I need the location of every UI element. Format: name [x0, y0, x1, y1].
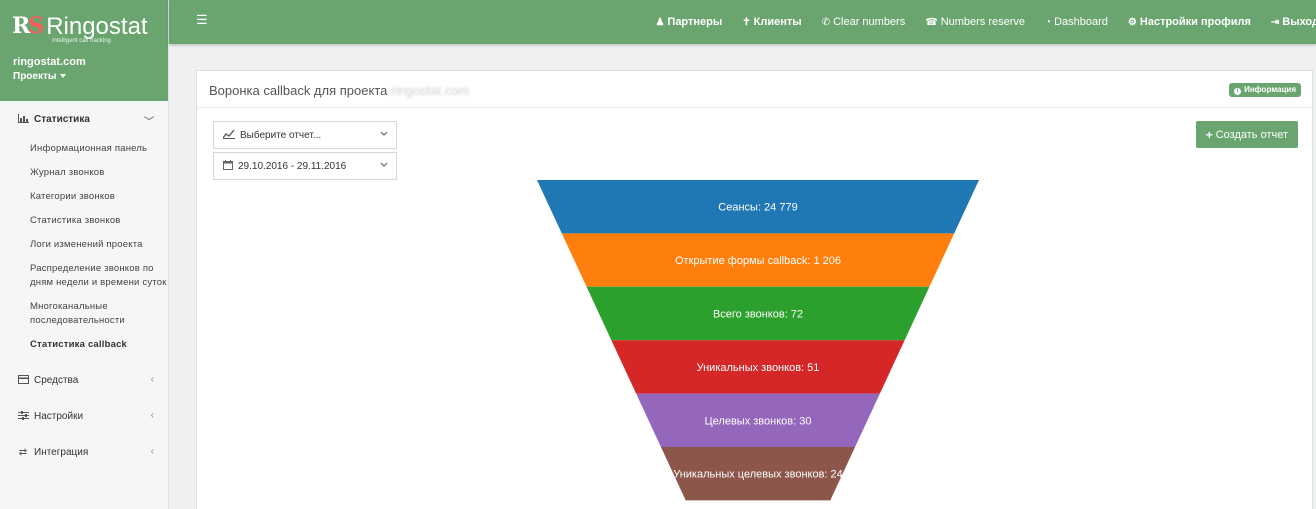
sidebar-section-funds[interactable]: Средства ‹ [0, 363, 168, 398]
top-nav-links: ♟ Партнеры ✝ Клиенты ✆ Clear numbers ☎ Numbe… [655, 0, 1316, 44]
sidebar-item-call-statistics[interactable]: Статистика звонков [30, 209, 168, 233]
sidebar-section-label: Средства [34, 375, 79, 386]
chevron-down-icon: ﹀ [144, 117, 154, 128]
sidebar-section-label: Настройки [34, 411, 84, 422]
brand-header: RS Ringostat intelligent call tracking r… [0, 0, 168, 101]
nav-profile-settings[interactable]: ⚙ Настройки профиля [1128, 16, 1251, 28]
nav-clients[interactable]: ✝ Клиенты [742, 16, 801, 28]
funnel-stage-label: Сеансы: 24 779 [718, 202, 797, 214]
sidebar-item-project-logs[interactable]: Логи изменений проекта [30, 233, 168, 257]
sidebar-item-info-panel[interactable]: Информационная панель [30, 137, 168, 161]
statistics-submenu: Информационная панель Журнал звонков Кат… [0, 137, 168, 357]
cogs-icon: ⚙ [1127, 16, 1137, 28]
account-name: ringostat.com [13, 56, 86, 68]
logo-name: Ringostat [46, 13, 148, 40]
sidebar-item-callback-statistics[interactable]: Статистика callback [30, 333, 168, 357]
sidebar-item-call-distribution[interactable]: Распределение звонков по дням недели и в… [30, 257, 168, 295]
chevron-left-icon: ‹ [150, 410, 154, 421]
sidebar-item-call-categories[interactable]: Категории звонков [30, 185, 168, 209]
nav-numbers-reserve[interactable]: ☎ Numbers reserve [925, 16, 1025, 28]
nav-label: Выход [1282, 16, 1316, 28]
funnel-stage-label: Целевых звонков: 30 [705, 415, 812, 427]
funnel-stage-label: Открытие формы callback: 1 206 [675, 255, 841, 267]
nav-label: Настройки профиля [1139, 16, 1251, 28]
nav-logout[interactable]: ⇥ Выход [1271, 16, 1316, 28]
hamburger-menu-icon[interactable]: ☰ [196, 12, 208, 28]
logo[interactable]: RS Ringostat intelligent call tracking [12, 13, 168, 45]
sidebar-section-label: Интеграция [34, 447, 89, 458]
sidebar-section-label: Статистика [34, 114, 90, 125]
logo-mark-icon: RS [12, 13, 44, 39]
logo-tagline: intelligent call tracking [52, 38, 111, 44]
credit-card-icon [17, 374, 29, 387]
phone-icon: ✆ [821, 16, 831, 28]
sidebar-section-integration[interactable]: ⇄ Интеграция ‹ [0, 435, 168, 470]
exchange-icon: ⇄ [18, 447, 28, 458]
chevron-left-icon: ‹ [150, 446, 154, 457]
sidebar-section-statistics[interactable]: Статистика ﹀ [0, 102, 168, 137]
sliders-icon [17, 410, 29, 423]
sidebar-item-call-log[interactable]: Журнал звонков [30, 161, 168, 185]
nav-dashboard[interactable]: ◔ Dashboard [1045, 16, 1108, 28]
nav-partners[interactable]: ♟ Партнеры [655, 16, 722, 28]
callback-funnel-panel: Воронка callback для проекта ringostat.co… [196, 70, 1313, 509]
bar-chart-icon [17, 113, 29, 126]
nav-clear-numbers[interactable]: ✆ Clear numbers [822, 16, 906, 28]
nav-label: Numbers reserve [940, 16, 1026, 28]
nav-label: Партнеры [667, 16, 723, 28]
phone-square-icon: ☎ [925, 16, 938, 28]
nav-label: Dashboard [1054, 16, 1108, 28]
top-navbar: ☰ ♟ Партнеры ✝ Клиенты ✆ Clear numbers ☎ Num… [169, 0, 1316, 44]
funnel-stage-label: Уникальных звонков: 51 [697, 362, 820, 374]
funnel-stage-label: Всего звонков: 72 [713, 309, 803, 321]
projects-label: Проекты [13, 71, 57, 82]
sign-out-icon: ⇥ [1270, 16, 1280, 28]
user-icon: ✝ [742, 16, 751, 28]
projects-dropdown[interactable]: Проекты [13, 71, 168, 82]
nav-label: Clear numbers [833, 16, 906, 28]
male-icon: ♟ [655, 16, 665, 28]
sidebar-section-settings[interactable]: Настройки ‹ [0, 399, 168, 434]
dashboard-icon: ◔ [1045, 16, 1052, 28]
chevron-left-icon: ‹ [150, 374, 154, 385]
nav-label: Клиенты [753, 16, 802, 28]
sidebar: RS Ringostat intelligent call tracking r… [0, 0, 169, 509]
callback-funnel-chart: Сеансы: 24 779 Открытие формы callback: 1… [537, 180, 979, 501]
sidebar-item-multichannel[interactable]: Многоканальные последовательности [30, 295, 168, 333]
caret-down-icon [60, 74, 67, 79]
funnel-stage-label: Уникальных целевых звонков: 24 [673, 469, 843, 481]
